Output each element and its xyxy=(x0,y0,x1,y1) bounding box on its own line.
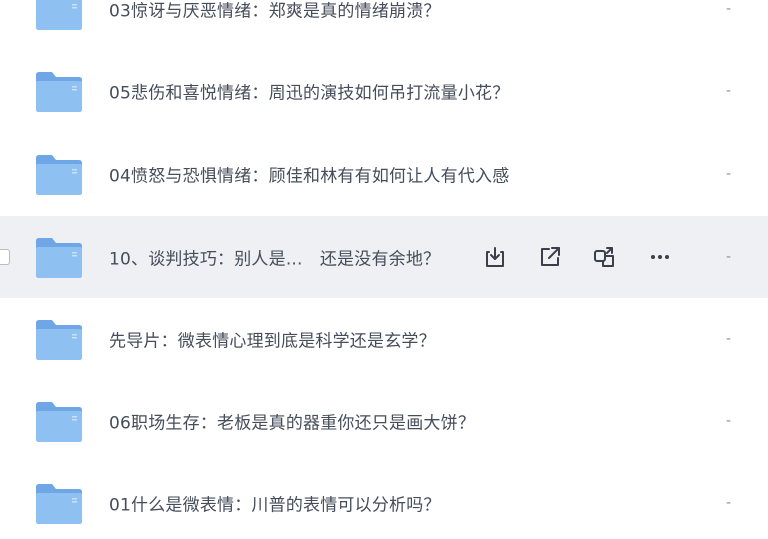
folder-icon xyxy=(36,320,82,360)
file-name[interactable]: 01什么是微表情：川普的表情可以分析吗？ xyxy=(109,491,441,516)
file-size: - xyxy=(726,249,732,265)
folder-icon xyxy=(36,238,82,278)
folder-icon xyxy=(36,402,82,442)
file-name[interactable]: 06职场生存：老板是真的器重你还只是画大饼？ xyxy=(109,409,475,434)
file-row[interactable]: 04愤怒与恐惧情绪：顾佳和林有有如何让人有代入感 - xyxy=(0,133,768,215)
file-size: - xyxy=(726,166,732,182)
file-row-hovered[interactable]: 10、谈判技巧：别人是... 还是没有余地？ - xyxy=(0,216,768,298)
copy-link-icon xyxy=(594,247,614,267)
file-size: - xyxy=(726,1,732,17)
file-size: - xyxy=(726,331,732,347)
share-button[interactable] xyxy=(535,242,565,272)
file-size: - xyxy=(726,83,732,99)
file-name[interactable]: 先导片：微表情心理到底是科学还是玄学？ xyxy=(109,327,436,352)
file-size: - xyxy=(726,495,732,511)
file-name[interactable]: 04愤怒与恐惧情绪：顾佳和林有有如何让人有代入感 xyxy=(109,162,509,187)
row-checkbox[interactable] xyxy=(0,249,10,265)
download-button[interactable] xyxy=(480,242,510,272)
folder-icon xyxy=(36,0,82,30)
download-icon xyxy=(486,247,504,267)
row-actions xyxy=(480,242,700,272)
more-button[interactable] xyxy=(645,242,675,272)
file-row[interactable]: 01什么是微表情：川普的表情可以分析吗？ - xyxy=(0,462,768,539)
file-row[interactable]: 03惊讶与厌恶情绪：郑爽是真的情绪崩溃？ - xyxy=(0,0,768,50)
file-list: 03惊讶与厌恶情绪：郑爽是真的情绪崩溃？ - 05悲伤和喜悦情绪：周迅的演技如何… xyxy=(0,0,768,539)
share-icon xyxy=(541,247,560,266)
file-size: - xyxy=(726,413,732,429)
file-row[interactable]: 06职场生存：老板是真的器重你还只是画大饼？ - xyxy=(0,380,768,462)
more-icon xyxy=(651,255,669,259)
folder-icon xyxy=(36,72,82,112)
file-name[interactable]: 10、谈判技巧：别人是... 还是没有余地？ xyxy=(109,245,440,270)
file-row[interactable]: 先导片：微表情心理到底是科学还是玄学？ - xyxy=(0,298,768,380)
file-name[interactable]: 03惊讶与厌恶情绪：郑爽是真的情绪崩溃？ xyxy=(109,0,441,22)
folder-icon xyxy=(36,484,82,524)
copy-link-button[interactable] xyxy=(590,242,620,272)
folder-icon xyxy=(36,155,82,195)
file-name[interactable]: 05悲伤和喜悦情绪：周迅的演技如何吊打流量小花？ xyxy=(109,79,509,104)
file-row[interactable]: 05悲伤和喜悦情绪：周迅的演技如何吊打流量小花？ - xyxy=(0,50,768,132)
